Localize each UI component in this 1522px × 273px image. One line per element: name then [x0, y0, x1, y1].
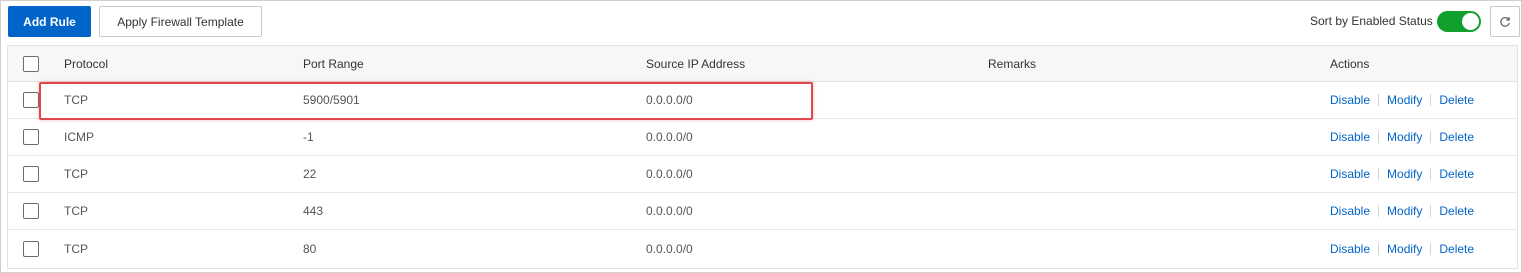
- row-select-cell: [23, 230, 39, 267]
- action-separator: [1378, 242, 1380, 255]
- row-checkbox[interactable]: [23, 203, 39, 219]
- row-protocol: TCP: [64, 93, 88, 107]
- row-select-cell: [23, 119, 39, 155]
- action-separator: [1378, 168, 1380, 180]
- row-select-cell: [23, 82, 39, 118]
- action-separator: [1378, 205, 1380, 217]
- sort-by-enabled-status-toggle[interactable]: [1437, 11, 1481, 32]
- row-port-range: 80: [303, 241, 317, 256]
- table-row: TCP 80 0.0.0.0/0 Disable Modify Delete: [8, 230, 1517, 267]
- row-checkbox[interactable]: [23, 166, 39, 182]
- row-source-ip: 0.0.0.0/0: [646, 167, 693, 181]
- header-remarks: Remarks: [988, 56, 1037, 71]
- row-source-ip: 0.0.0.0/0: [646, 241, 693, 256]
- delete-link[interactable]: Delete: [1439, 242, 1474, 256]
- row-port-range: -1: [303, 130, 314, 144]
- modify-link[interactable]: Modify: [1387, 93, 1422, 107]
- row-actions: Disable Modify Delete: [1330, 119, 1474, 155]
- header-actions: Actions: [1330, 56, 1370, 71]
- action-separator: [1430, 131, 1432, 143]
- header-port-range: Port Range: [303, 56, 364, 71]
- disable-link[interactable]: Disable: [1330, 167, 1370, 181]
- sort-by-enabled-status-label: Sort by Enabled Status: [1310, 14, 1433, 28]
- row-port-range: 443: [303, 204, 324, 218]
- row-port-range: 22: [303, 167, 317, 181]
- row-select-cell: [23, 193, 39, 229]
- row-source-ip: 0.0.0.0/0: [646, 204, 693, 218]
- row-protocol: ICMP: [64, 130, 94, 144]
- action-separator: [1430, 168, 1432, 180]
- add-rule-button[interactable]: Add Rule: [8, 6, 91, 37]
- row-checkbox[interactable]: [23, 129, 39, 145]
- refresh-button[interactable]: [1490, 6, 1520, 37]
- firewall-rules-table: Protocol Port Range Source IP Address Re…: [7, 45, 1518, 269]
- table-row: TCP 5900/5901 0.0.0.0/0 Disable Modify Del…: [8, 82, 1517, 119]
- table-row: TCP 22 0.0.0.0/0 Disable Modify Delete: [8, 156, 1517, 193]
- table-header: Protocol Port Range Source IP Address Re…: [8, 46, 1517, 82]
- apply-firewall-template-button[interactable]: Apply Firewall Template: [99, 6, 262, 37]
- toggle-knob: [1462, 13, 1479, 30]
- disable-link[interactable]: Disable: [1330, 204, 1370, 218]
- row-actions: Disable Modify Delete: [1330, 82, 1474, 118]
- row-actions: Disable Modify Delete: [1330, 230, 1474, 267]
- firewall-rules-panel: Add Rule Apply Firewall Template Sort by…: [0, 0, 1522, 273]
- row-checkbox[interactable]: [23, 92, 39, 108]
- toolbar: Add Rule Apply Firewall Template Sort by…: [1, 1, 1521, 43]
- row-source-ip: 0.0.0.0/0: [646, 93, 693, 107]
- row-actions: Disable Modify Delete: [1330, 193, 1474, 229]
- disable-link[interactable]: Disable: [1330, 93, 1370, 107]
- modify-link[interactable]: Modify: [1387, 167, 1422, 181]
- row-protocol: TCP: [64, 167, 88, 181]
- row-protocol: TCP: [64, 241, 88, 256]
- delete-link[interactable]: Delete: [1439, 167, 1474, 181]
- row-select-cell: [23, 156, 39, 192]
- table-row: ICMP -1 0.0.0.0/0 Disable Modify Delete: [8, 119, 1517, 156]
- row-protocol: TCP: [64, 204, 88, 218]
- select-all-cell: [23, 46, 39, 81]
- modify-link[interactable]: Modify: [1387, 204, 1422, 218]
- table-row: TCP 443 0.0.0.0/0 Disable Modify Delete: [8, 193, 1517, 230]
- delete-link[interactable]: Delete: [1439, 130, 1474, 144]
- row-port-range: 5900/5901: [303, 93, 360, 107]
- disable-link[interactable]: Disable: [1330, 130, 1370, 144]
- disable-link[interactable]: Disable: [1330, 242, 1370, 256]
- delete-link[interactable]: Delete: [1439, 204, 1474, 218]
- action-separator: [1430, 94, 1432, 106]
- select-all-checkbox[interactable]: [23, 55, 39, 72]
- modify-link[interactable]: Modify: [1387, 130, 1422, 144]
- row-actions: Disable Modify Delete: [1330, 156, 1474, 192]
- header-protocol: Protocol: [64, 56, 109, 71]
- refresh-icon: [1500, 16, 1510, 27]
- action-separator: [1430, 242, 1432, 255]
- header-source-ip: Source IP Address: [646, 56, 746, 71]
- action-separator: [1378, 94, 1380, 106]
- row-source-ip: 0.0.0.0/0: [646, 130, 693, 144]
- row-checkbox[interactable]: [23, 240, 39, 257]
- action-separator: [1430, 205, 1432, 217]
- modify-link[interactable]: Modify: [1387, 242, 1422, 256]
- delete-link[interactable]: Delete: [1439, 93, 1474, 107]
- action-separator: [1378, 131, 1380, 143]
